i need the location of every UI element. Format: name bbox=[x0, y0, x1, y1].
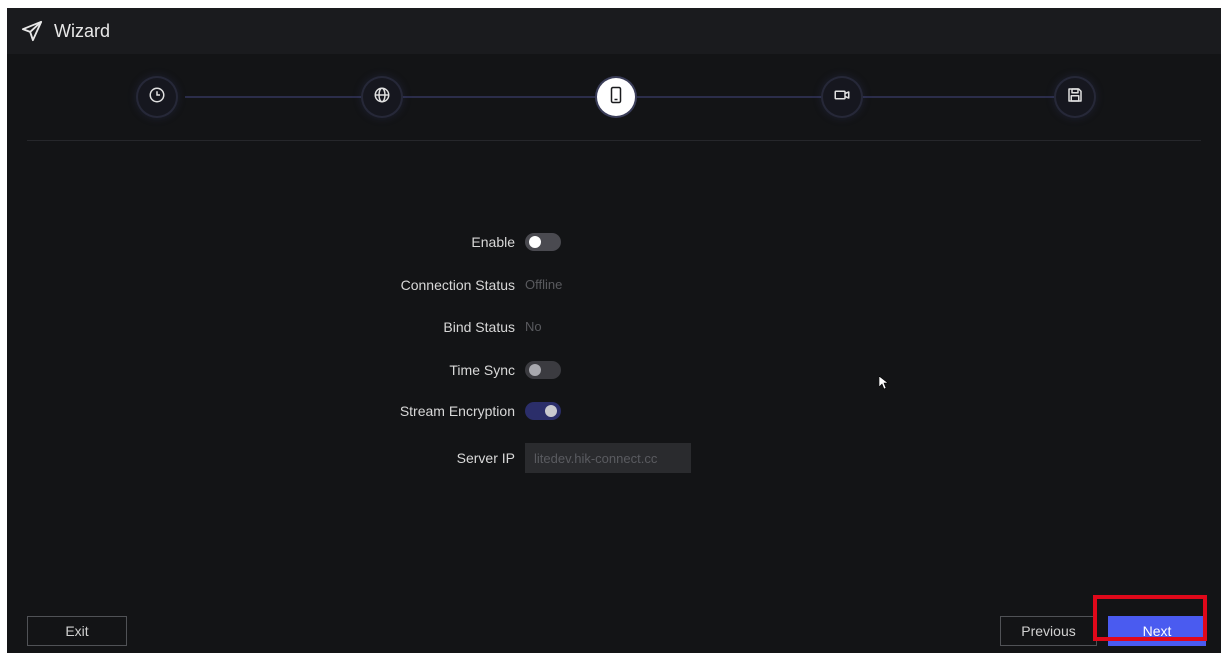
step-connector bbox=[635, 96, 822, 98]
stream-encryption-row: Stream Encryption bbox=[7, 396, 1221, 426]
stream-encryption-label: Stream Encryption bbox=[399, 403, 515, 419]
step-storage bbox=[1056, 78, 1094, 116]
step-connector bbox=[862, 96, 1055, 98]
title-bar: Wizard bbox=[7, 8, 1221, 54]
time-sync-toggle[interactable] bbox=[525, 361, 561, 379]
exit-button[interactable]: Exit bbox=[27, 616, 127, 646]
mobile-icon bbox=[607, 85, 625, 110]
clock-icon bbox=[148, 86, 166, 109]
toggle-knob bbox=[529, 236, 541, 248]
step-time bbox=[138, 78, 176, 116]
enable-row: Enable bbox=[7, 227, 1221, 257]
toggle-knob bbox=[545, 405, 557, 417]
camera-icon bbox=[833, 86, 851, 109]
step-connector bbox=[400, 96, 596, 98]
stream-encryption-toggle[interactable] bbox=[525, 402, 561, 420]
mouse-cursor-icon bbox=[878, 375, 889, 395]
connection-status-label: Connection Status bbox=[400, 277, 515, 293]
time-sync-label: Time Sync bbox=[449, 362, 515, 378]
save-icon bbox=[1066, 86, 1084, 109]
step-connector bbox=[185, 96, 361, 98]
wizard-window: Wizard Enable Connection Status Offline … bbox=[7, 8, 1221, 653]
bind-status-row: Bind Status No bbox=[7, 312, 1221, 342]
step-network bbox=[363, 78, 401, 116]
window-title: Wizard bbox=[54, 20, 111, 41]
bind-status-value: No bbox=[525, 319, 542, 334]
paper-plane-icon bbox=[21, 20, 43, 42]
server-ip-row: Server IP bbox=[7, 443, 1221, 473]
server-ip-label: Server IP bbox=[456, 450, 515, 466]
bind-status-label: Bind Status bbox=[443, 319, 515, 335]
time-sync-row: Time Sync bbox=[7, 355, 1221, 385]
next-button-highlight bbox=[1093, 595, 1207, 641]
connection-status-value: Offline bbox=[525, 277, 563, 292]
step-camera bbox=[823, 78, 861, 116]
connection-status-row: Connection Status Offline bbox=[7, 270, 1221, 300]
wizard-stepper bbox=[7, 54, 1221, 142]
server-ip-input[interactable] bbox=[525, 443, 691, 473]
header-divider bbox=[27, 140, 1201, 141]
previous-button[interactable]: Previous bbox=[1000, 616, 1097, 646]
globe-icon bbox=[373, 86, 391, 109]
step-platform-access bbox=[597, 78, 635, 116]
toggle-knob bbox=[529, 364, 541, 376]
enable-toggle[interactable] bbox=[525, 233, 561, 251]
enable-label: Enable bbox=[471, 234, 515, 250]
